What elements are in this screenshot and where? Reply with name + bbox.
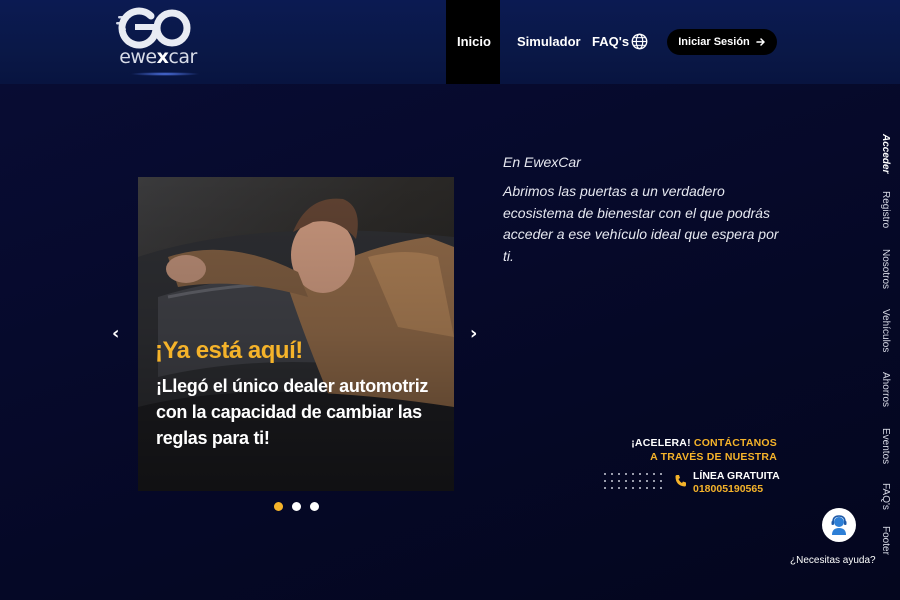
side-menu-nosotros[interactable]: Nosotros (879, 249, 891, 289)
arrow-right-icon (756, 38, 765, 46)
carousel-dot-1[interactable] (274, 502, 283, 511)
carousel-dot-3[interactable] (310, 502, 319, 511)
logo-mark-icon (116, 7, 191, 49)
toll-free-number[interactable]: 018005190565 (693, 483, 763, 495)
header: ewexcar Inicio Simulador FAQ's Iniciar S… (0, 0, 900, 84)
intro-body: Abrimos las puertas a un verdadero ecosi… (503, 183, 779, 264)
carousel-dot-2[interactable] (292, 502, 301, 511)
logo-wordmark: ewexcar (119, 46, 197, 68)
carousel-next-arrow[interactable]: › (470, 323, 477, 344)
side-menu-footer[interactable]: Footer (879, 526, 891, 555)
side-menu-faqs[interactable]: FAQ's (879, 483, 891, 510)
side-menu-vehiculos[interactable]: Vehículos (879, 309, 891, 352)
logo-glow (130, 72, 200, 76)
nav-item-inicio[interactable]: Inicio (457, 34, 491, 49)
slide-subtitle: ¡Llegó el único dealer automotriz con la… (156, 376, 429, 448)
side-menu-acceder[interactable]: Acceder (879, 134, 891, 173)
login-button-label: Iniciar Sesión (678, 36, 750, 48)
side-menu-ahorros[interactable]: Ahorros (879, 372, 891, 407)
dot-pattern (604, 473, 662, 489)
nav-item-faqs[interactable]: FAQ's (592, 34, 629, 49)
slide-title: ¡Ya está aquí! (155, 337, 303, 364)
login-button[interactable]: Iniciar Sesión (667, 29, 777, 55)
nav-item-simulador[interactable]: Simulador (517, 34, 581, 49)
help-label[interactable]: ¿Necesitas ayuda? (790, 555, 876, 566)
toll-free-label: LÍNEA GRATUITA (693, 470, 780, 482)
phone-icon (675, 475, 686, 487)
side-menu-registro[interactable]: Registro (879, 191, 891, 228)
contact-subheadline: A TRAVÉS DE NUESTRA (650, 451, 777, 463)
contact-headline: ¡ACELERA! CONTÁCTANOS (631, 437, 777, 449)
intro-title: En EwexCar (503, 154, 581, 170)
support-agent-icon (831, 515, 847, 535)
ewexcar-logo[interactable]: ewexcar (110, 4, 200, 80)
side-menu-eventos[interactable]: Eventos (879, 428, 891, 464)
globe-icon[interactable] (631, 33, 648, 50)
carousel-dots (274, 502, 319, 511)
carousel-prev-arrow[interactable]: ‹ (112, 323, 119, 344)
carousel-slide[interactable]: ¡Ya está aquí! ¡Llegó el único dealer au… (138, 177, 454, 491)
help-chat-button[interactable] (822, 508, 856, 542)
